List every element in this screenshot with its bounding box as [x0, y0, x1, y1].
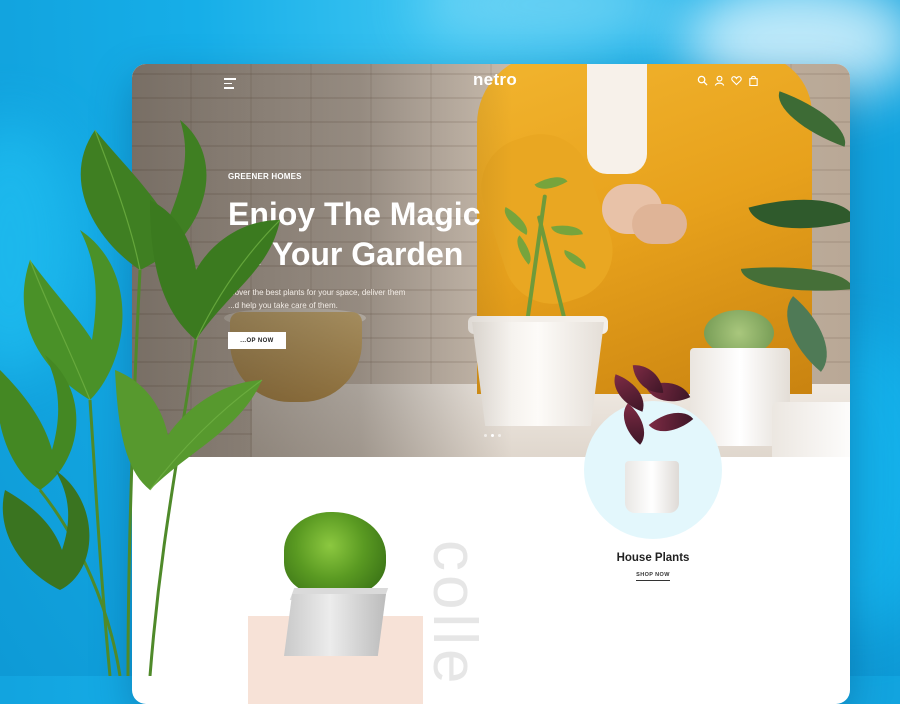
heart-icon[interactable] [731, 75, 742, 86]
hero-description: ...over the best plants for your space, … [228, 286, 428, 312]
slide-dot[interactable] [484, 434, 487, 437]
header-icons [697, 75, 759, 86]
slider-dots [484, 434, 501, 437]
hamburger-icon[interactable] [224, 78, 236, 89]
collection-word: colle [424, 540, 489, 688]
hero-shop-now-button[interactable]: ...OP NOW [228, 332, 286, 349]
house-plant-pot [625, 461, 679, 513]
hero-banner: netro GREENER HOMES Enjoy The Magic Of Y… [132, 64, 850, 457]
hero-eyebrow: GREENER HOMES [228, 172, 302, 181]
house-plants-title[interactable]: House Plants [584, 552, 722, 564]
slide-dot[interactable] [498, 434, 501, 437]
headline-line-2: Of Your Garden [228, 236, 464, 272]
site-logo[interactable]: netro [450, 70, 540, 90]
boxwood-plant-image[interactable] [284, 512, 386, 596]
top-navigation: netro [132, 64, 850, 104]
slide-dot-active[interactable] [491, 434, 494, 437]
house-plants-shop-link[interactable]: SHOP NOW [584, 572, 722, 581]
hero-headline: Enjoy The Magic Of Your Garden [228, 194, 528, 274]
bag-icon[interactable] [748, 75, 759, 86]
headline-line-1: Enjoy The Magic [228, 196, 481, 232]
square-planter-image [284, 594, 386, 656]
collection-vertical-text: colle [424, 540, 504, 704]
website-frame: netro GREENER HOMES Enjoy The Magic Of Y… [132, 64, 850, 704]
desc-line-2: ...d help you take care of them. [228, 301, 338, 310]
desc-line-1: ...over the best plants for your space, … [228, 288, 406, 297]
user-icon[interactable] [714, 75, 725, 86]
search-icon[interactable] [697, 75, 708, 86]
